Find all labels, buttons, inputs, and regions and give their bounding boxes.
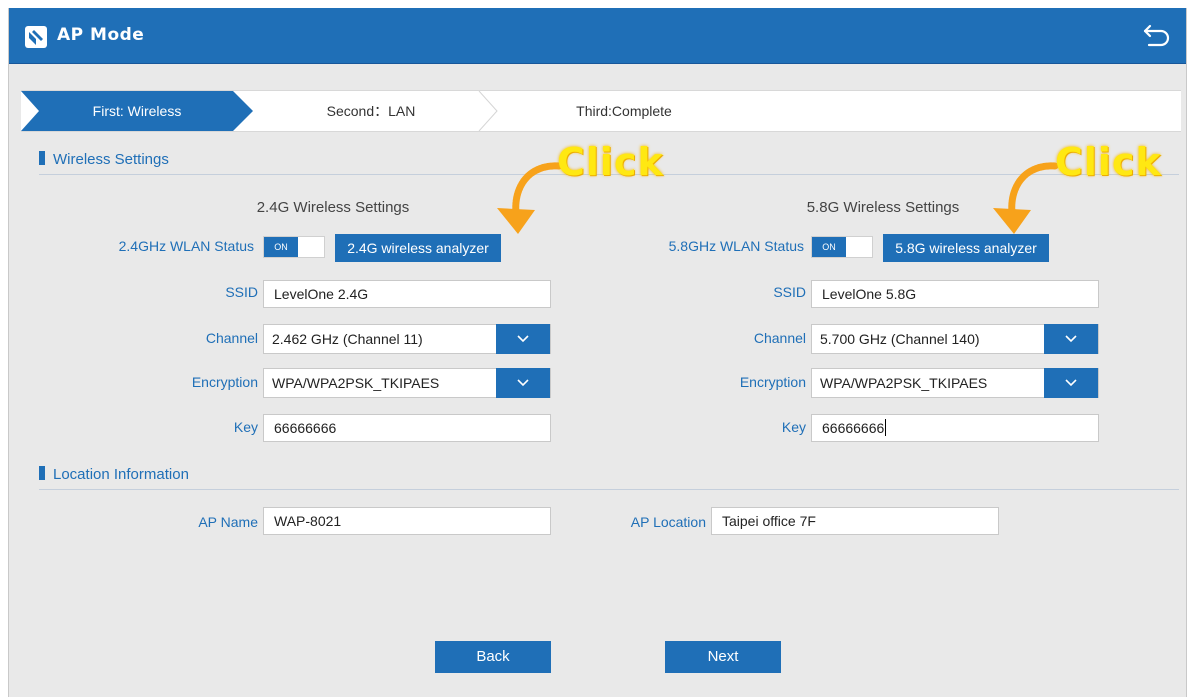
- band58-encryption-label: Encryption: [739, 374, 806, 390]
- section-divider: [39, 489, 1179, 490]
- ap-location-label: AP Location: [630, 514, 706, 530]
- band24-analyzer-button[interactable]: 2.4G wireless analyzer: [335, 234, 501, 262]
- section-marker: [39, 151, 45, 165]
- band58-status-label: 5.8GHz WLAN Status: [668, 238, 804, 254]
- ap-name-label: AP Name: [198, 514, 258, 530]
- ap-name-input[interactable]: WAP-8021: [263, 507, 551, 535]
- toggle-on-label: ON: [264, 237, 298, 257]
- band58-channel-value: 5.700 GHz (Channel 140): [820, 331, 980, 347]
- back-button[interactable]: Back: [435, 641, 551, 673]
- step-wireless[interactable]: First: Wireless: [21, 91, 253, 131]
- ap-mode-window: AP Mode First: Wireless Second：LAN Third…: [8, 8, 1187, 697]
- title-bar: AP Mode: [9, 8, 1186, 64]
- band24-ssid-input[interactable]: LevelOne 2.4G: [263, 280, 551, 308]
- chevron-down-icon[interactable]: [496, 324, 550, 354]
- band58-channel-select[interactable]: 5.700 GHz (Channel 140): [811, 324, 1099, 354]
- annotation-click-left: Click: [557, 140, 664, 184]
- page-title: AP Mode: [57, 25, 145, 45]
- band24-encryption-select[interactable]: WPA/WPA2PSK_TKIPAES: [263, 368, 551, 398]
- annotation-arrow-left: [497, 162, 563, 234]
- annotation-click-right: Click: [1055, 140, 1162, 184]
- band58-analyzer-button[interactable]: 5.8G wireless analyzer: [883, 234, 1049, 262]
- text-cursor: [885, 419, 887, 436]
- band24-key-input[interactable]: 66666666: [263, 414, 551, 442]
- chevron-down-icon[interactable]: [1044, 324, 1098, 354]
- step-lan[interactable]: Second：LAN: [253, 91, 489, 131]
- band58-encryption-select[interactable]: WPA/WPA2PSK_TKIPAES: [811, 368, 1099, 398]
- annotation-arrow-right: [993, 162, 1059, 234]
- toggle-on-label: ON: [812, 237, 846, 257]
- band24-ssid-label: SSID: [225, 284, 258, 300]
- next-button[interactable]: Next: [665, 641, 781, 673]
- band58-ssid-label: SSID: [773, 284, 806, 300]
- band24-channel-label: Channel: [205, 330, 258, 346]
- band58-encryption-value: WPA/WPA2PSK_TKIPAES: [820, 375, 988, 391]
- band24-encryption-label: Encryption: [191, 374, 258, 390]
- chevron-down-icon[interactable]: [496, 368, 550, 398]
- section-wireless-settings: Wireless Settings: [39, 151, 169, 173]
- band24-channel-select[interactable]: 2.462 GHz (Channel 11): [263, 324, 551, 354]
- band24-channel-value: 2.462 GHz (Channel 11): [272, 331, 423, 347]
- section-marker: [39, 466, 45, 480]
- step-complete[interactable]: Third:Complete: [489, 91, 759, 131]
- wizard-steps: First: Wireless Second：LAN Third:Complet…: [21, 90, 1181, 132]
- chevron-down-icon[interactable]: [1044, 368, 1098, 398]
- section-title: Wireless Settings: [53, 151, 169, 168]
- band24-title: 2.4G Wireless Settings: [256, 199, 410, 216]
- band24-status-toggle[interactable]: ON: [263, 236, 325, 258]
- ap-location-input[interactable]: Taipei office 7F: [711, 507, 999, 535]
- band58-channel-label: Channel: [753, 330, 806, 346]
- band24-key-label: Key: [233, 419, 258, 435]
- band58-ssid-input[interactable]: LevelOne 5.8G: [811, 280, 1099, 308]
- band58-key-value: 66666666: [822, 420, 885, 436]
- band58-status-toggle[interactable]: ON: [811, 236, 873, 258]
- band24-status-label: 2.4GHz WLAN Status: [118, 238, 254, 254]
- router-icon: [25, 26, 47, 48]
- section-title: Location Information: [53, 466, 189, 483]
- return-icon[interactable]: [1142, 23, 1170, 49]
- section-location-information: Location Information: [39, 466, 189, 488]
- band24-encryption-value: WPA/WPA2PSK_TKIPAES: [272, 375, 440, 391]
- band58-key-label: Key: [781, 419, 806, 435]
- band58-key-input[interactable]: 66666666: [811, 414, 1099, 442]
